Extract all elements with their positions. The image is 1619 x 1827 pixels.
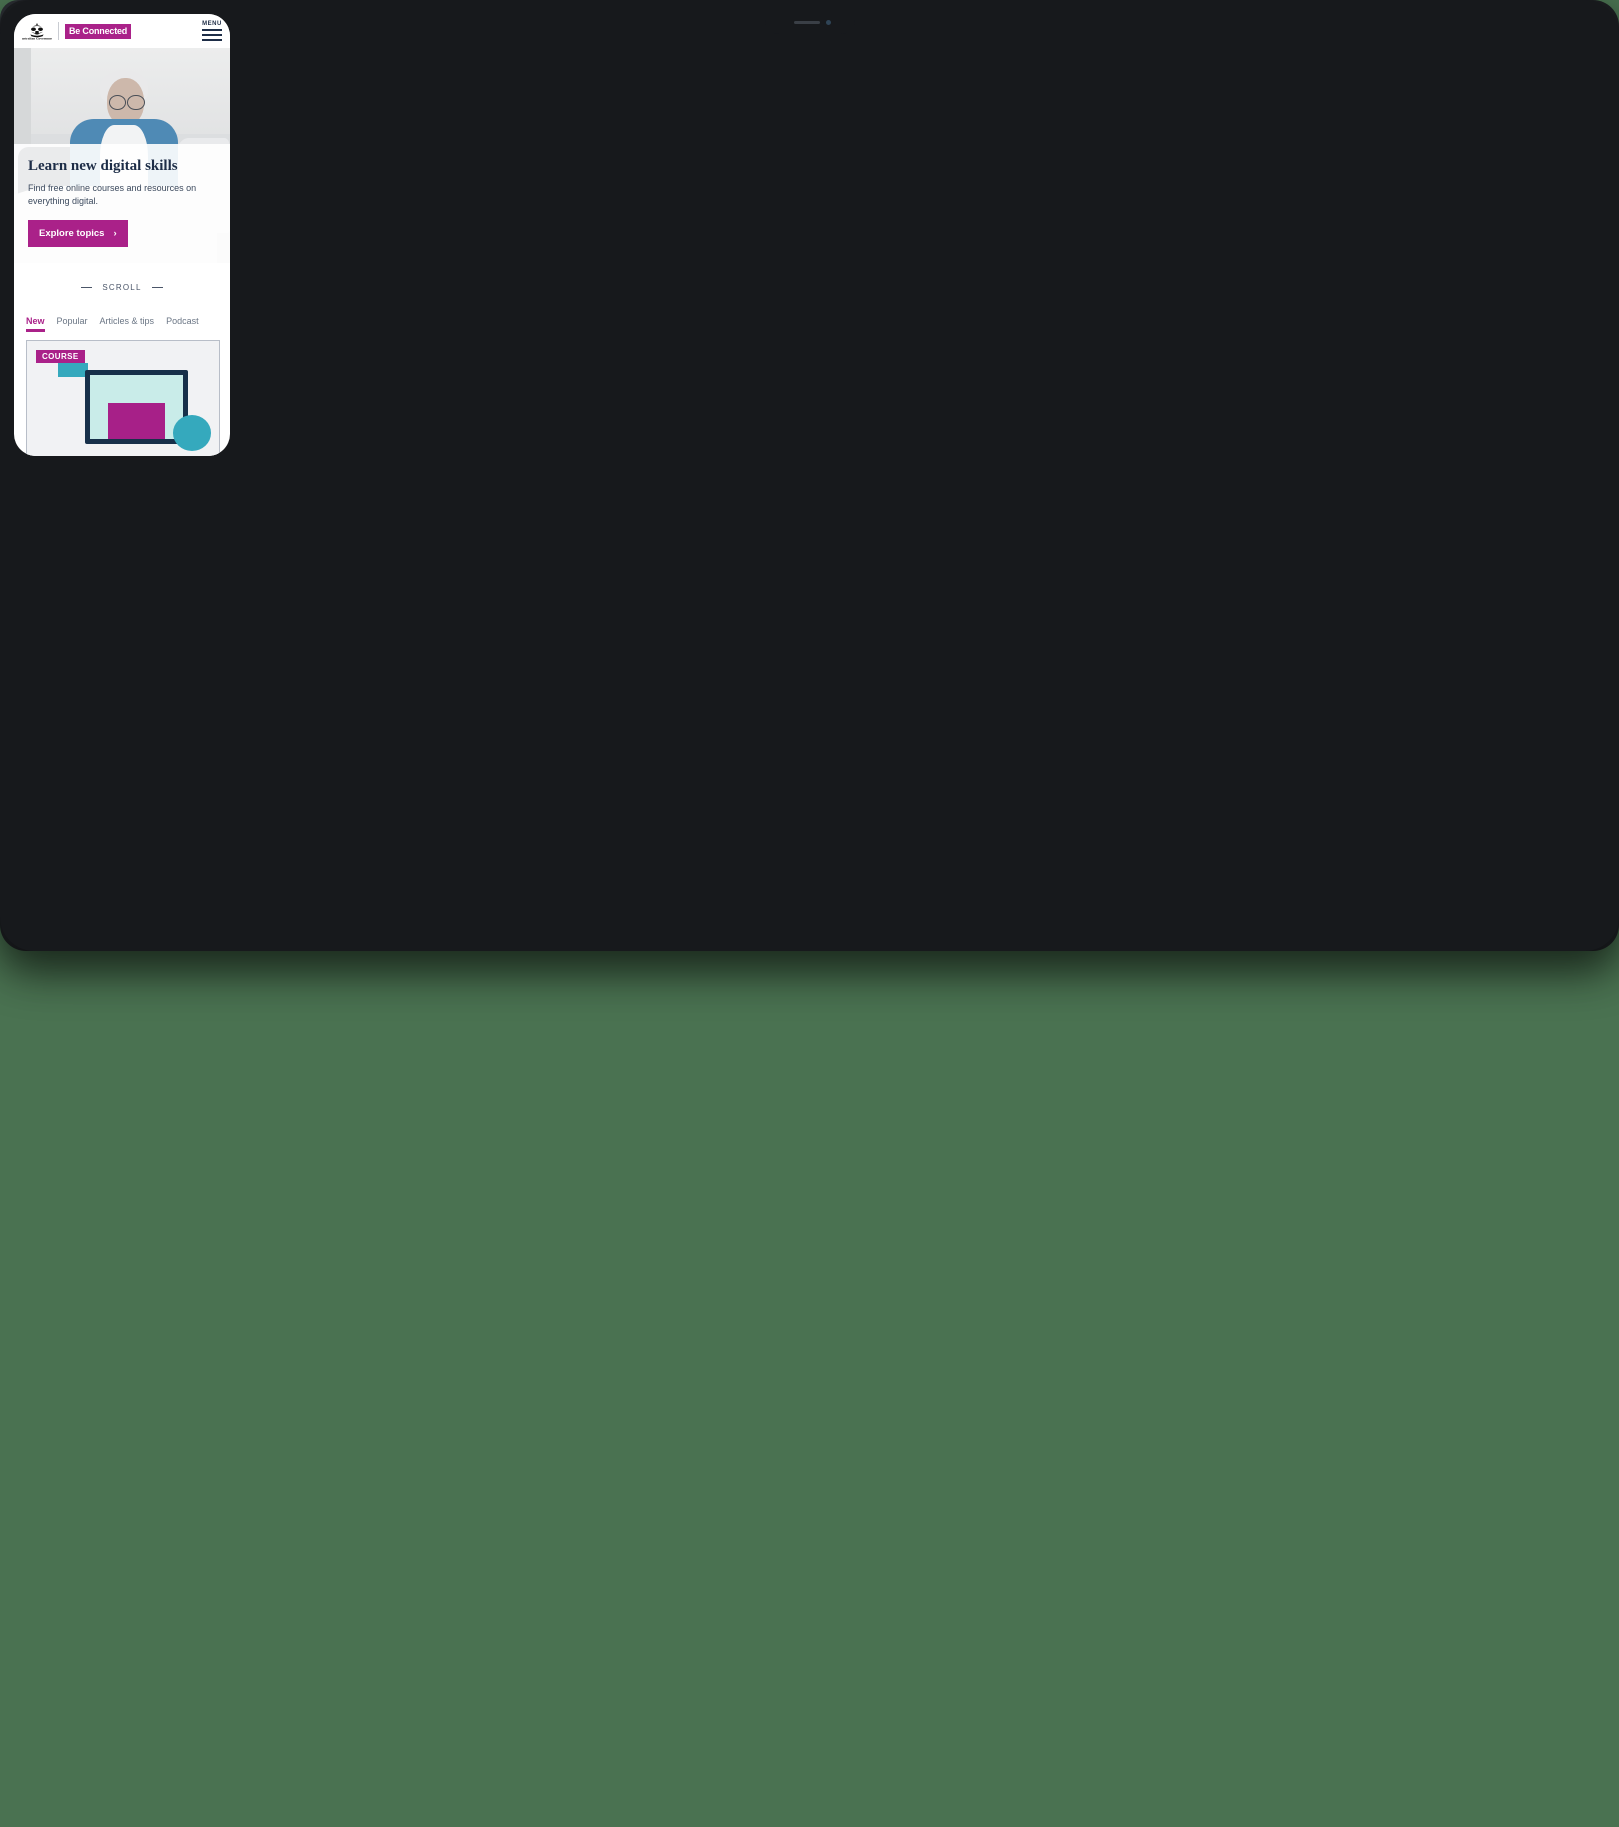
phone-speaker	[793, 21, 820, 24]
scroll-dash-left	[81, 286, 93, 289]
scroll-label: SCROLL	[102, 283, 142, 292]
phone-menu-button[interactable]: MENU	[202, 21, 222, 42]
phone-brand-bar: Australian Government Be Connected MENU	[14, 14, 230, 48]
phone-content-tabs: New Popular Articles & tips Podcast	[14, 292, 230, 332]
chevron-right-icon: ›	[113, 228, 117, 239]
phone-device: Australian Government Be Connected MENU	[0, 0, 1619, 1827]
hamburger-icon	[202, 28, 222, 42]
phone-camera-icon	[825, 20, 831, 25]
tab-new[interactable]: New	[26, 316, 45, 332]
content-card[interactable]: COURSE	[26, 340, 220, 456]
card-illustration: COURSE	[27, 341, 219, 456]
email-illustration	[27, 341, 219, 456]
hero-title: Learn new digital skills	[28, 157, 178, 174]
phone-webpage: Australian Government Be Connected MENU	[14, 14, 230, 456]
phone-notch	[764, 14, 855, 34]
brand-divider	[58, 22, 59, 40]
hero-explore-topics-button[interactable]: Explore topics ›	[28, 220, 128, 247]
hero-text-card: Learn new digital skills Find free onlin…	[14, 143, 230, 263]
phone-hero: Learn new digital skills Find free onlin…	[14, 48, 230, 263]
phone-bezel	[0, 0, 1619, 951]
phone-card-row: COURSE	[14, 326, 230, 456]
be-connected-badge: Be Connected	[65, 23, 132, 39]
hero-body: Find free online courses and resources o…	[28, 182, 197, 206]
explore-topics-label: Explore topics	[39, 228, 105, 239]
crest-label: Australian Government	[22, 37, 52, 41]
tab-articles-tips[interactable]: Articles & tips	[100, 316, 155, 326]
phone-scroll-hint: SCROLL	[14, 283, 230, 292]
tab-popular[interactable]: Popular	[57, 316, 88, 326]
australian-government-crest-icon: Australian Government	[22, 22, 52, 41]
tab-podcast[interactable]: Podcast	[166, 316, 199, 326]
menu-label: MENU	[202, 20, 222, 27]
scroll-dash-right	[151, 286, 163, 289]
devices-showcase: Australian Government Be Connected Every…	[0, 0, 1619, 951]
